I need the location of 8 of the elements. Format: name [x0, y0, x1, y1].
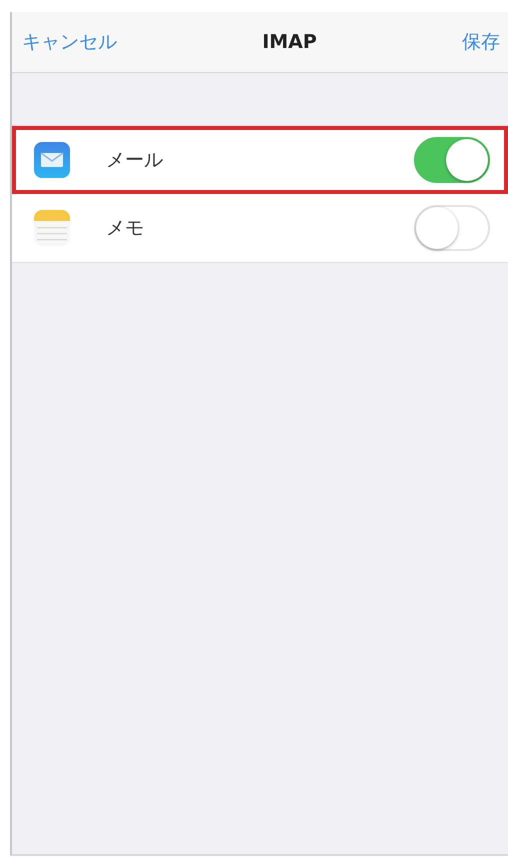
toggle-switch[interactable] [414, 137, 490, 183]
row-label: メール [106, 148, 164, 173]
mail-app-icon [34, 142, 70, 178]
cancel-button[interactable]: キャンセル [22, 29, 117, 55]
save-button[interactable]: 保存 [462, 29, 500, 55]
nav-title: IMAP [262, 31, 317, 53]
row-label: メモ [106, 216, 145, 241]
notes-app-icon [34, 210, 70, 246]
